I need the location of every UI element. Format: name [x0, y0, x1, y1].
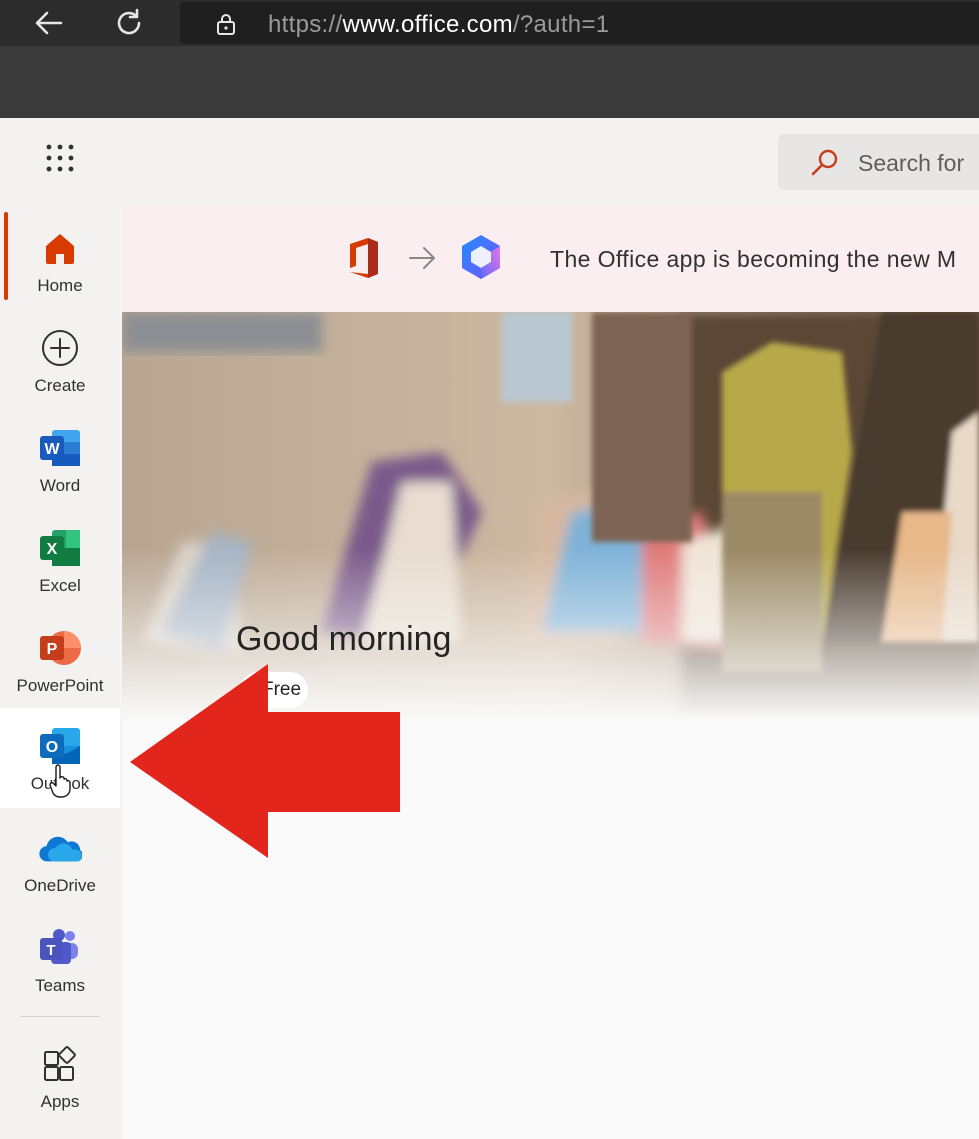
outlook-icon: O [38, 724, 82, 768]
svg-text:P: P [47, 641, 58, 658]
sidebar-item-onedrive[interactable]: OneDrive [0, 812, 120, 908]
sidebar-item-label: Create [34, 376, 86, 395]
sidebar-item-label: Word [39, 476, 81, 495]
hand-cursor-icon [48, 764, 74, 803]
svg-text:X: X [47, 541, 58, 558]
browser-toolbar: https://www.office.com/?auth=1 [0, 0, 979, 46]
home-icon [38, 226, 82, 270]
sidebar-item-powerpoint[interactable]: P PowerPoint [0, 612, 120, 708]
microsoft-365-logo-icon [456, 232, 506, 287]
lock-icon[interactable] [214, 12, 238, 36]
sidebar-item-excel[interactable]: X Excel [0, 512, 120, 608]
onedrive-icon [38, 826, 82, 870]
greeting-heading: Good morning [236, 620, 452, 658]
svg-text:T: T [46, 942, 55, 959]
announcement-banner[interactable]: The Office app is becoming the new M [122, 206, 979, 312]
url-text: https://www.office.com/?auth=1 [268, 11, 610, 38]
sidebar-item-word[interactable]: W Word [0, 412, 120, 508]
sidebar-item-teams[interactable]: T Teams [0, 912, 120, 1008]
arrow-right-icon [408, 244, 438, 277]
create-icon [38, 326, 82, 370]
apps-icon [38, 1042, 82, 1086]
sidebar-item-label: Teams [34, 976, 86, 995]
sidebar-item-label: PowerPoint [16, 676, 104, 695]
svg-text:W: W [44, 441, 60, 458]
teams-icon: T [38, 926, 82, 970]
active-indicator [4, 212, 8, 300]
sidebar-item-label: Home [37, 276, 83, 295]
powerpoint-icon: P [38, 626, 82, 670]
sidebar-item-label: Apps [40, 1092, 80, 1111]
word-icon: W [38, 426, 82, 470]
browser-chrome: https://www.office.com/?auth=1 [0, 0, 979, 118]
sidebar-item-create[interactable]: Create [0, 312, 120, 408]
banner-message: The Office app is becoming the new M [550, 246, 957, 272]
office-header: Search for [0, 118, 979, 204]
search-placeholder: Search for [858, 150, 965, 176]
sidebar-item-label: OneDrive [24, 876, 96, 895]
search-icon [810, 148, 840, 178]
reload-icon[interactable] [112, 6, 146, 40]
sidebar-item-home[interactable]: Home [0, 212, 120, 308]
sidebar-item-apps[interactable]: Apps [0, 1028, 120, 1124]
svg-text:O: O [46, 739, 58, 756]
back-arrow-icon[interactable] [32, 6, 66, 40]
excel-icon: X [38, 526, 82, 570]
sidebar-divider [20, 1016, 100, 1017]
address-bar[interactable]: https://www.office.com/?auth=1 [180, 2, 979, 44]
red-callout-arrow [128, 664, 402, 865]
office-logo-icon [346, 236, 382, 285]
left-nav-rail: Home Create W Word X Excel P PowerPoint … [0, 204, 120, 1139]
search-box[interactable]: Search for [778, 134, 979, 190]
app-launcher-icon[interactable] [44, 142, 76, 174]
sidebar-item-label: Excel [39, 576, 81, 595]
